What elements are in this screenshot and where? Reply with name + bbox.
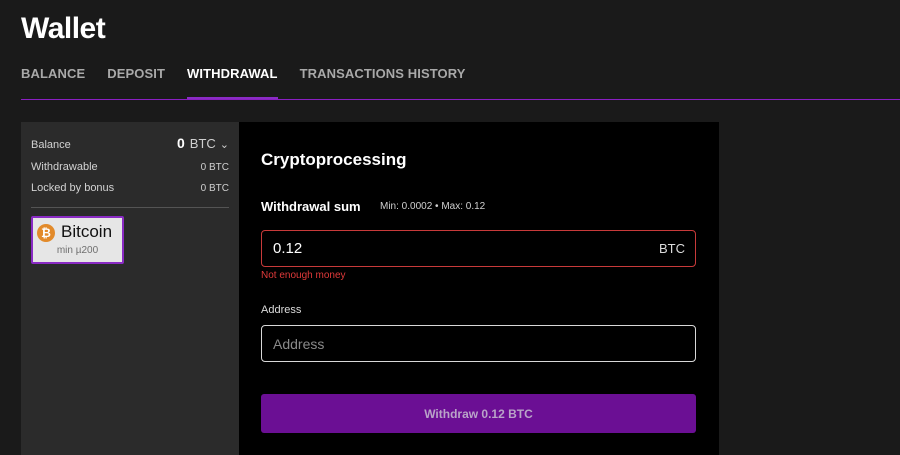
wallet-tabs: BALANCE DEPOSIT WITHDRAWAL TRANSACTIONS … — [21, 66, 488, 99]
sidebar-divider — [31, 207, 229, 208]
tab-withdrawal[interactable]: WITHDRAWAL — [187, 66, 278, 99]
amount-error: Not enough money — [261, 270, 346, 281]
locked-value: 0 BTC — [200, 183, 229, 194]
locked-label: Locked by bonus — [31, 182, 115, 194]
withdrawal-sum-limits: Min: 0.0002 • Max: 0.12 — [380, 201, 486, 212]
panel-title: Cryptoprocessing — [261, 150, 407, 169]
method-name: Bitcoin — [61, 222, 113, 241]
bitcoin-icon: ₿ — [37, 224, 55, 242]
tab-deposit[interactable]: DEPOSIT — [107, 66, 165, 98]
address-label: Address — [261, 304, 302, 316]
withdrawable-label: Withdrawable — [31, 161, 98, 173]
balance-label: Balance — [31, 139, 71, 151]
chevron-down-icon[interactable]: ⌄ — [220, 139, 229, 151]
withdrawal-panel: Cryptoprocessing Withdrawal sum Min: 0.0… — [239, 122, 719, 455]
locked-row: Locked by bonus 0 BTC — [31, 182, 229, 194]
withdrawable-value: 0 BTC — [200, 162, 229, 173]
balance-selector[interactable]: 0 BTC ⌄ — [177, 135, 229, 151]
balance-amount: 0 — [176, 135, 185, 151]
tabs-divider — [21, 99, 900, 100]
address-field — [261, 325, 696, 362]
page-title: Wallet — [21, 12, 106, 45]
amount-field: BTC — [261, 230, 696, 267]
method-min: min µ200 — [56, 245, 99, 256]
withdrawable-row: Withdrawable 0 BTC — [31, 161, 229, 173]
address-input[interactable] — [273, 326, 673, 361]
payment-method-bitcoin[interactable]: ₿ Bitcoin min µ200 — [31, 216, 124, 264]
amount-currency: BTC — [659, 241, 685, 256]
tab-transactions-history[interactable]: TRANSACTIONS HISTORY — [300, 66, 466, 98]
balance-currency: BTC — [189, 136, 216, 151]
amount-input[interactable] — [273, 231, 573, 266]
withdrawal-sum-label: Withdrawal sum — [261, 199, 361, 214]
balance-row[interactable]: Balance 0 BTC ⌄ — [31, 135, 229, 151]
withdraw-button[interactable]: Withdraw 0.12 BTC — [261, 394, 696, 433]
balance-sidebar: Balance 0 BTC ⌄ Withdrawable 0 BTC Locked … — [21, 122, 239, 455]
tab-balance[interactable]: BALANCE — [21, 66, 85, 98]
